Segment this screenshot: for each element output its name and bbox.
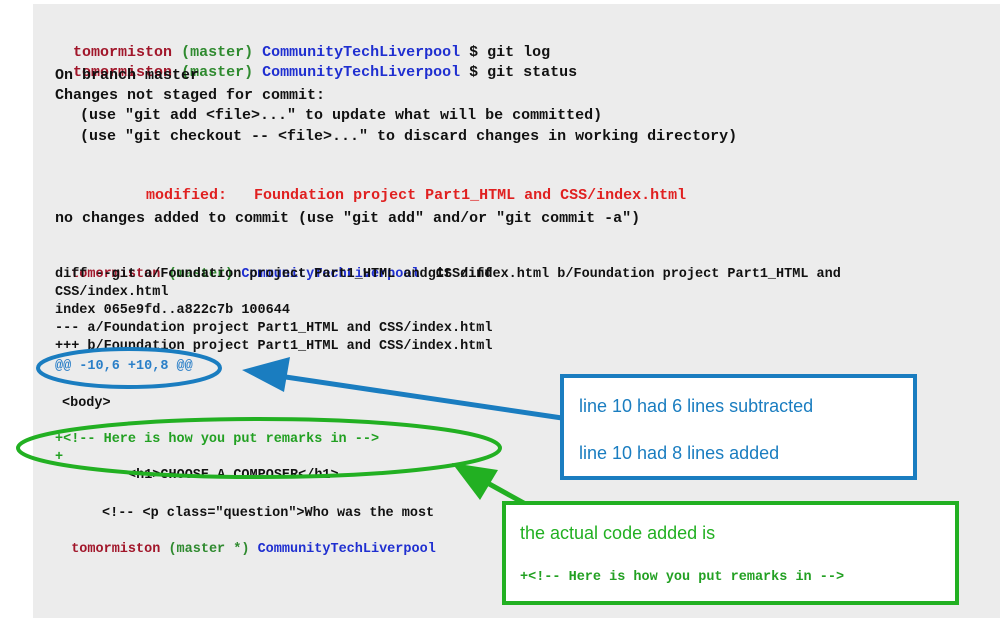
callout-code-snippet: +<!-- Here is how you put remarks in --> [520, 570, 845, 585]
blue-arrow-line [251, 369, 563, 421]
remark-highlight-ellipse [16, 417, 502, 479]
green-callout-box: the actual code added is +<!-- Here is h… [502, 501, 959, 605]
blue-arrow-head [242, 357, 290, 392]
callout-subtracted-text: line 10 had 6 lines subtracted [579, 396, 814, 416]
green-arrow-head [452, 463, 498, 500]
callout-added-text: line 10 had 8 lines added [579, 443, 780, 463]
hunk-highlight-ellipse [36, 347, 222, 389]
callout-actual-code-text: the actual code added is [520, 523, 716, 543]
blue-callout-box: line 10 had 6 lines subtracted line 10 h… [560, 374, 917, 480]
